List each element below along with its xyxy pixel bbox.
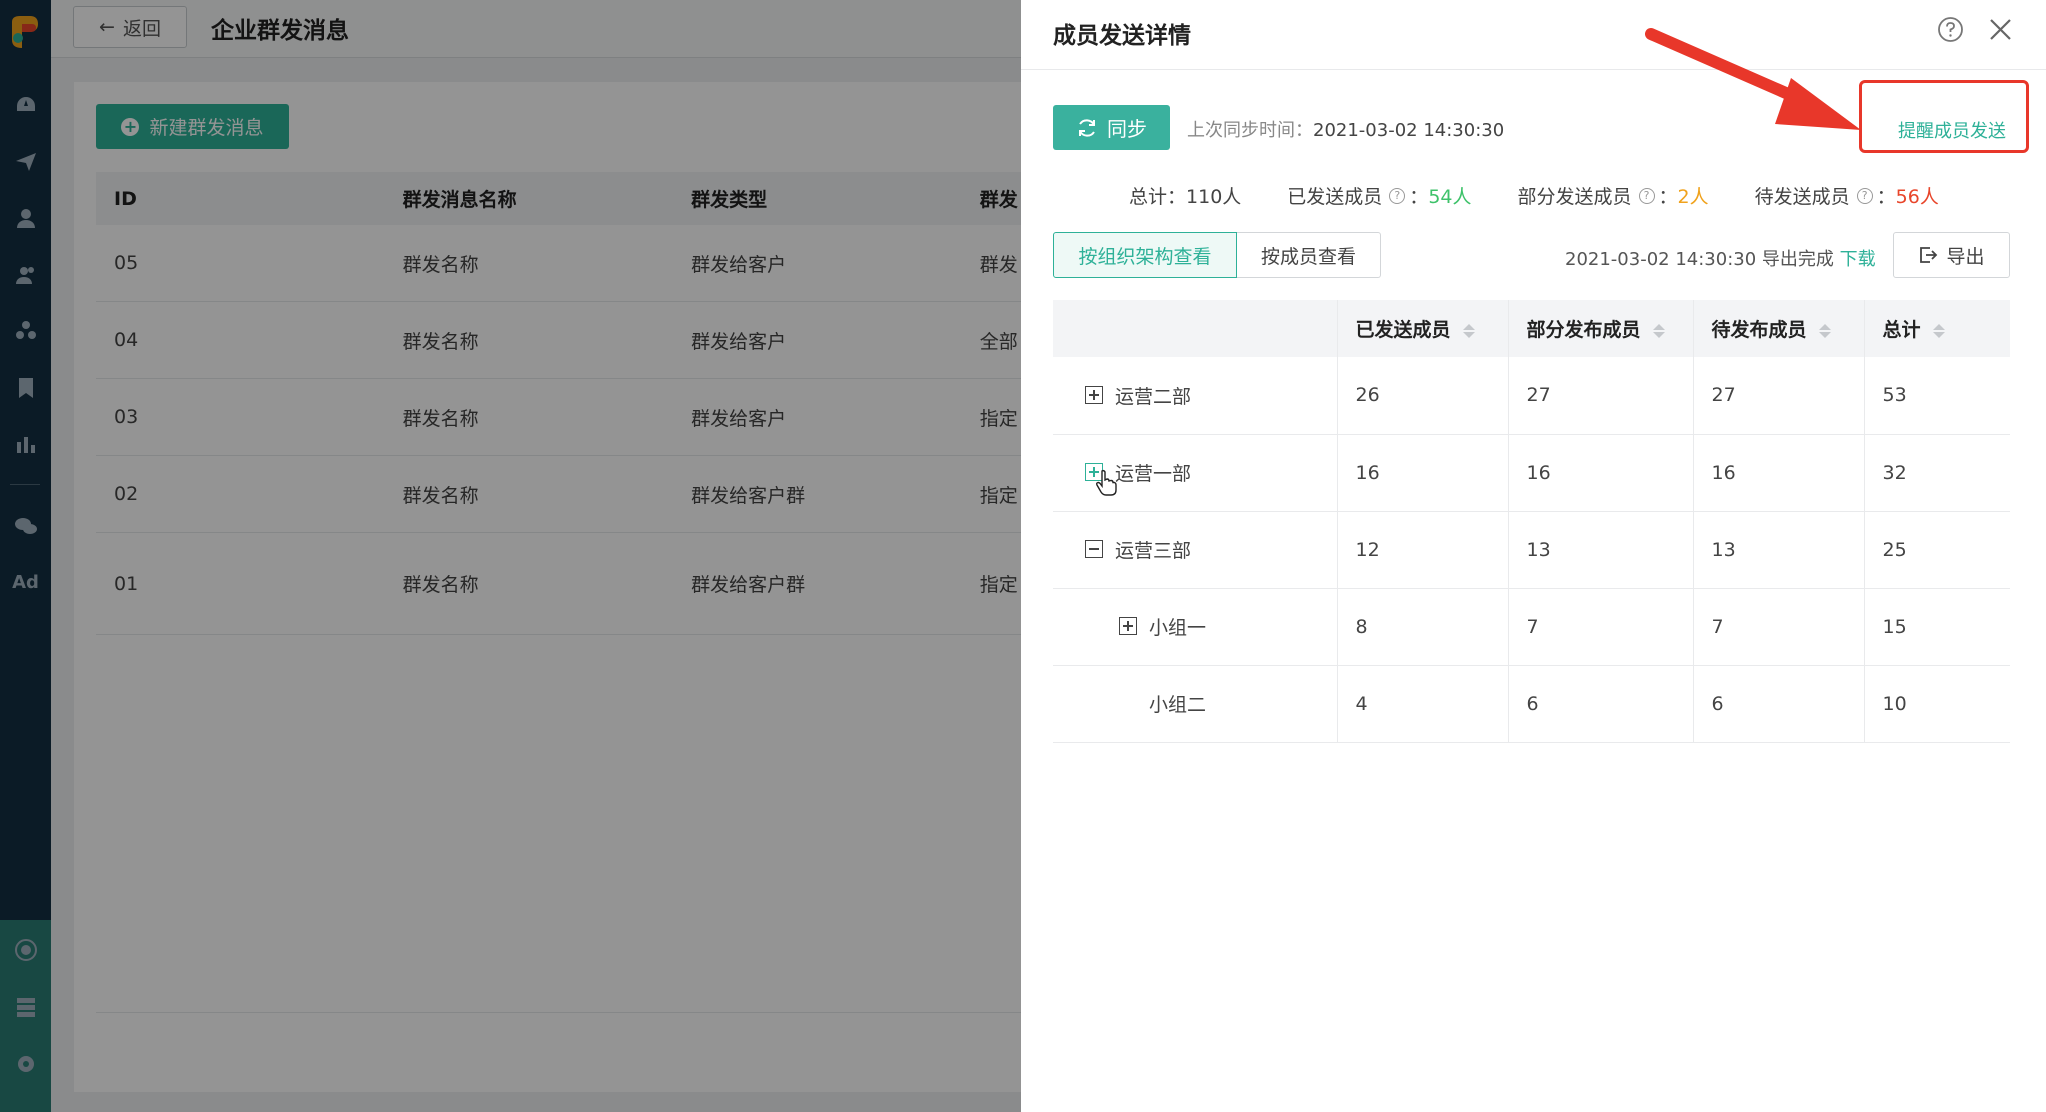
stat-partial: 部分发送成员 ? ： 2人: [1517, 186, 1709, 208]
question-icon[interactable]: ?: [1856, 187, 1873, 204]
collapse-icon[interactable]: [1085, 540, 1103, 559]
close-icon[interactable]: [1987, 16, 2014, 43]
sort-icon[interactable]: [1462, 323, 1475, 338]
question-icon[interactable]: ?: [1389, 187, 1406, 204]
stat-sent: 已发送成员 ? ： 54人: [1287, 186, 1472, 208]
export-icon: [1920, 247, 1938, 263]
stat-pending: 待发送成员 ? ： 56人: [1754, 186, 1939, 208]
send-stats: 总计： 110人 已发送成员 ? ： 54人 部分发送成员 ? ： 2人 待发送成员 …: [1129, 182, 1985, 209]
table-header: 已发送成员 部分发布成员 待发布成员 总计: [1053, 300, 2010, 357]
col-total[interactable]: 总计: [1863, 300, 2010, 357]
col-partial[interactable]: 部分发布成员: [1507, 300, 1693, 357]
export-status: 2021-03-02 14:30:30 导出完成 下载: [1565, 249, 1876, 270]
sort-icon[interactable]: [1652, 323, 1665, 338]
download-link[interactable]: 下载: [1840, 249, 1876, 270]
help-icon[interactable]: [1937, 16, 1964, 43]
org-send-table: 已发送成员 部分发布成员 待发布成员 总计 运营二部 26 27 27 53 运…: [1053, 300, 2010, 743]
remind-members-link[interactable]: 提醒成员发送: [1898, 117, 2006, 143]
expand-icon[interactable]: [1085, 386, 1103, 404]
table-row[interactable]: 小组一 8 7 7 15: [1053, 588, 2010, 666]
stat-total: 总计： 110人: [1129, 186, 1242, 208]
expand-icon[interactable]: [1119, 617, 1137, 636]
table-row[interactable]: 小组二 4 6 6 10: [1053, 665, 2010, 743]
member-send-detail-drawer: 成员发送详情 同步 上次同步时间：2021-03-02 14:30:30 提醒成…: [1021, 0, 2046, 1112]
tab-by-member[interactable]: 按成员查看: [1237, 232, 1381, 278]
drawer-title: 成员发送详情: [1053, 23, 1191, 49]
col-sent[interactable]: 已发送成员: [1336, 300, 1508, 357]
export-button[interactable]: 导出: [1893, 232, 2010, 278]
tab-by-org[interactable]: 按组织架构查看: [1053, 232, 1237, 278]
last-sync-info: 上次同步时间：2021-03-02 14:30:30: [1187, 120, 1505, 141]
modal-overlay[interactable]: [0, 0, 1021, 1112]
question-icon[interactable]: ?: [1638, 187, 1655, 204]
drawer-header: 成员发送详情: [1021, 0, 2046, 70]
annotation-arrow: [1645, 28, 1861, 130]
table-row[interactable]: 运营三部 12 13 13 25: [1053, 511, 2010, 589]
sort-icon[interactable]: [1932, 323, 1945, 338]
refresh-icon: [1079, 118, 1095, 137]
view-tabs: 按组织架构查看 按成员查看: [1053, 232, 1381, 278]
hand-cursor-icon: [1095, 469, 1117, 496]
sort-icon[interactable]: [1818, 323, 1831, 338]
table-row[interactable]: 运营一部 16 16 16 32: [1053, 434, 2010, 512]
col-pending[interactable]: 待发布成员: [1692, 300, 1864, 357]
table-row[interactable]: 运营二部 26 27 27 53: [1053, 357, 2010, 435]
sync-button[interactable]: 同步: [1053, 105, 1170, 150]
